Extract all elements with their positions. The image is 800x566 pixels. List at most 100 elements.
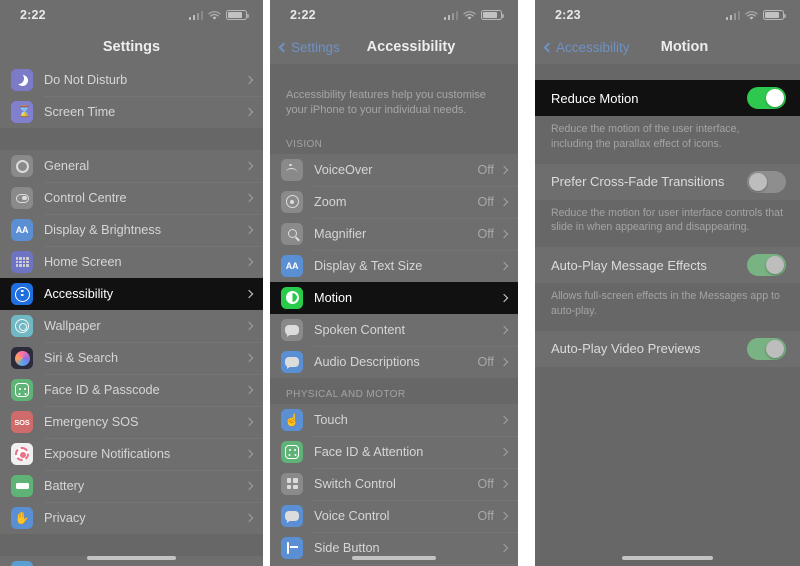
row-label: Privacy	[44, 511, 86, 525]
siri-icon	[11, 347, 33, 369]
status-indicators	[443, 10, 504, 20]
spoken-content-icon	[281, 318, 303, 341]
toggle-row-auto-play-message-effects[interactable]: Auto-Play Message Effects	[535, 247, 800, 284]
accessibility-row-switch-control[interactable]: Switch Control Off	[270, 467, 518, 500]
settings-row-screen-time[interactable]: ⌛ Screen Time	[0, 96, 263, 128]
chevron-right-icon	[499, 447, 509, 456]
back-button-settings[interactable]: Settings	[278, 40, 340, 55]
settings-row-display-brightness[interactable]: AA Display & Brightness	[0, 214, 263, 246]
zoom-icon	[281, 190, 303, 213]
wifi-icon	[463, 10, 476, 20]
chevron-right-icon	[499, 415, 509, 424]
row-label: Zoom	[314, 194, 347, 209]
settings-row-exposure-notifications[interactable]: Exposure Notifications	[0, 438, 263, 470]
battery-icon	[11, 475, 33, 497]
exposure-icon	[11, 443, 33, 465]
prefer-cross-fade-toggle[interactable]	[747, 170, 786, 193]
cellular-signal-icon	[443, 10, 458, 20]
magnifier-icon	[281, 222, 303, 245]
chevron-right-icon	[244, 107, 254, 117]
motion-icon	[281, 286, 303, 309]
accessibility-row-audio-descriptions[interactable]: Audio Descriptions Off	[270, 345, 518, 378]
chevron-right-icon	[244, 321, 254, 331]
accessibility-row-voice-control[interactable]: Voice Control Off	[270, 499, 518, 532]
toggle-note-reduce-motion: Reduce the motion of the user interface,…	[535, 116, 800, 164]
settings-row-do-not-disturb[interactable]: Do Not Disturb	[0, 64, 263, 96]
toggle-label: Auto-Play Message Effects	[551, 257, 707, 273]
settings-row-general[interactable]: General	[0, 150, 263, 182]
reduce-motion-toggle[interactable]	[747, 87, 786, 109]
voiceover-icon	[281, 158, 303, 181]
row-value: Off	[477, 226, 494, 241]
back-button-accessibility[interactable]: Accessibility	[543, 40, 630, 55]
chevron-left-icon	[278, 42, 289, 52]
gear-icon	[11, 155, 33, 177]
settings-row-privacy[interactable]: ✋ Privacy	[0, 502, 263, 534]
settings-row-control-centre[interactable]: Control Centre	[0, 182, 263, 214]
toggle-label: Prefer Cross-Fade Transitions	[551, 174, 725, 190]
accessibility-row-voiceover[interactable]: VoiceOver Off	[270, 153, 518, 186]
settings-row-wallpaper[interactable]: Wallpaper	[0, 310, 263, 342]
chevron-right-icon	[499, 511, 509, 520]
toggle-knob	[766, 339, 784, 358]
chevron-right-icon	[244, 289, 254, 299]
top-gap	[535, 64, 800, 80]
toggle-label: Auto-Play Video Previews	[551, 341, 701, 357]
settings-row-accessibility[interactable]: Accessibility	[0, 278, 263, 310]
row-label: Audio Descriptions	[314, 354, 420, 369]
toggle-note-prefer-cross-fade: Reduce the motion for user interface con…	[535, 199, 800, 248]
row-label: Face ID & Passcode	[44, 383, 160, 397]
panel-divider	[518, 0, 535, 566]
accessibility-row-face-id-attention[interactable]: Face ID & Attention	[270, 435, 518, 468]
chevron-right-icon	[499, 261, 509, 270]
chevron-right-icon	[499, 165, 509, 174]
row-label: General	[44, 159, 90, 173]
accessibility-row-display-text-size[interactable]: AA Display & Text Size	[270, 249, 518, 282]
accessibility-row-magnifier[interactable]: Magnifier Off	[270, 217, 518, 250]
audio-descriptions-icon	[281, 350, 303, 373]
settings-row-siri-search[interactable]: Siri & Search	[0, 342, 263, 374]
row-label: Side Button	[314, 540, 380, 555]
nav-bar-motion: Accessibility Motion	[535, 30, 800, 64]
row-label: Switch Control	[314, 476, 396, 491]
toggle-row-auto-play-video-previews[interactable]: Auto-Play Video Previews	[535, 330, 800, 367]
chevron-right-icon	[244, 449, 254, 459]
toggle-knob	[766, 89, 784, 107]
settings-row-emergency-sos[interactable]: SOS Emergency SOS	[0, 406, 263, 438]
accessibility-icon	[11, 283, 33, 305]
settings-list: Do Not Disturb ⌛ Screen Time General Con…	[0, 64, 263, 566]
hand-icon: ✋	[11, 507, 33, 529]
chevron-right-icon	[499, 543, 509, 552]
page-title: Settings	[102, 39, 161, 55]
auto-play-message-effects-toggle[interactable]	[747, 254, 786, 277]
status-bar: 2:22	[270, 0, 518, 30]
phone-panel-motion: 2:23 Accessibility Motion Reduce Motion	[535, 0, 800, 566]
settings-row-home-screen[interactable]: Home Screen	[0, 246, 263, 278]
chevron-right-icon	[499, 357, 509, 366]
row-label: Siri & Search	[44, 351, 119, 365]
chevron-right-icon	[244, 225, 254, 235]
wallpaper-icon	[11, 315, 33, 337]
home-indicator	[270, 556, 518, 560]
panel-divider	[263, 0, 270, 566]
toggle-row-reduce-motion[interactable]: Reduce Motion	[535, 80, 800, 116]
row-label: Motion	[314, 290, 353, 305]
accessibility-row-zoom[interactable]: Zoom Off	[270, 185, 518, 218]
touch-icon: ☝	[281, 408, 303, 431]
row-label: Home Screen	[44, 255, 122, 269]
accessibility-row-touch[interactable]: ☝ Touch	[270, 403, 518, 436]
battery-icon	[226, 10, 249, 20]
toggle-row-prefer-cross-fade[interactable]: Prefer Cross-Fade Transitions	[535, 163, 800, 200]
accessibility-row-spoken-content[interactable]: Spoken Content	[270, 313, 518, 346]
chevron-right-icon	[244, 513, 254, 523]
settings-group-1: Do Not Disturb ⌛ Screen Time	[0, 64, 263, 128]
settings-row-battery[interactable]: Battery	[0, 470, 263, 502]
accessibility-row-motion[interactable]: Motion	[270, 281, 518, 314]
row-label: Display & Text Size	[314, 258, 423, 273]
settings-row-face-id-passcode[interactable]: Face ID & Passcode	[0, 374, 263, 406]
row-label: Face ID & Attention	[314, 444, 424, 459]
app-store-icon: A	[11, 561, 33, 566]
cellular-signal-icon	[188, 10, 203, 20]
status-time: 2:22	[20, 8, 46, 22]
auto-play-video-previews-toggle[interactable]	[747, 337, 786, 360]
